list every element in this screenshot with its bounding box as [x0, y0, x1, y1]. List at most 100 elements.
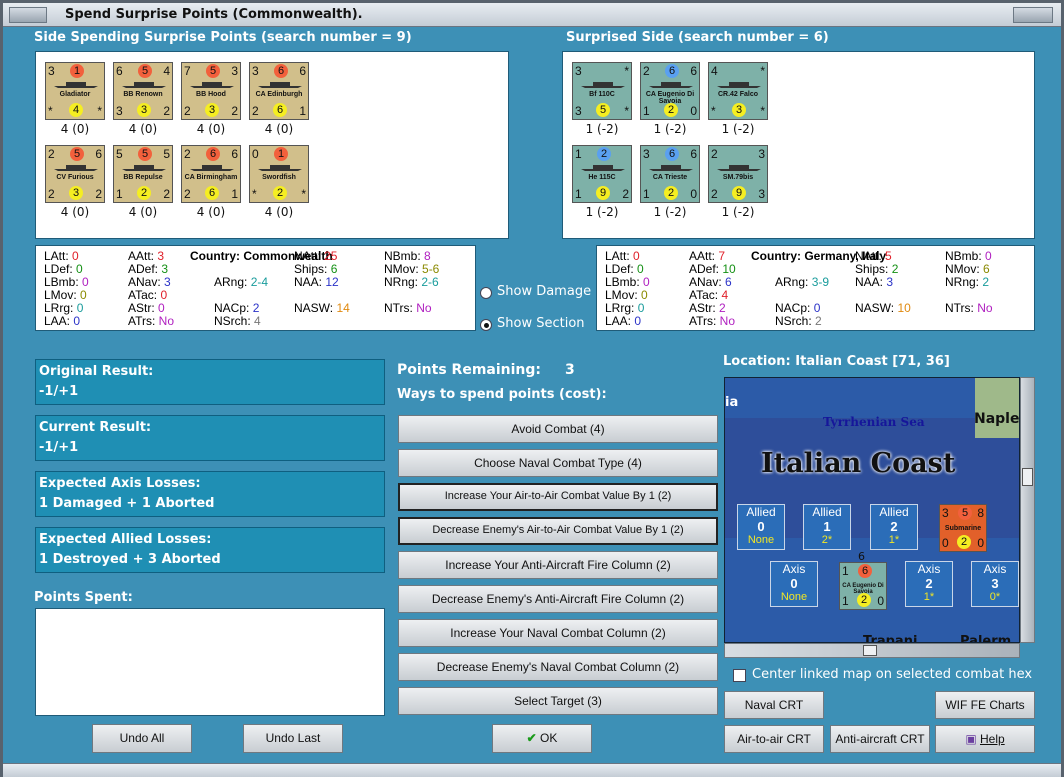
stat-key: LBmb: — [605, 275, 644, 289]
right-unit-counter[interactable]: 2 6 6 CA Eugenio Di Savoia 1 2 0 — [640, 62, 700, 120]
unit-tr: 4 — [163, 64, 170, 78]
stat-nasw: NASW: 14 — [294, 301, 350, 315]
axis-cell-0[interactable]: Axis 0 None — [770, 561, 818, 607]
unit-bl: 1 — [643, 187, 650, 201]
unit-bl: 2 — [184, 187, 191, 201]
map-horizontal-scrollbar[interactable] — [724, 643, 1020, 658]
hscroll-thumb[interactable] — [863, 645, 877, 656]
spend-option-button[interactable]: Increase Your Anti-Aircraft Fire Column … — [398, 551, 718, 579]
allied-value: 1 — [823, 519, 831, 534]
right-unit-counter[interactable]: 3 6 6 CA Trieste 1 2 0 — [640, 145, 700, 203]
allied-cell-0[interactable]: Allied 0 None — [737, 504, 785, 550]
undo-last-button[interactable]: Undo Last — [243, 724, 343, 753]
window-menu-icon[interactable] — [9, 7, 47, 23]
ca-eugenio-counter[interactable]: 1 6 CA Eugenio Di Savoia 1 2 0 — [839, 562, 887, 610]
spend-option-button[interactable]: Decrease Enemy's Naval Combat Column (2) — [398, 653, 718, 681]
center-map-checkbox[interactable] — [733, 669, 746, 682]
left-unit-counter[interactable]: 3 6 6 CA Edinburgh 2 6 1 — [249, 62, 309, 120]
axis-cell-3[interactable]: Axis 3 0* — [971, 561, 1019, 607]
right-unit-counter[interactable]: 4 * CR.42 Falco * 3 * — [708, 62, 768, 120]
allied-cell-1[interactable]: Allied 1 2* — [803, 504, 851, 550]
stat-key: NBmb: — [945, 249, 986, 263]
spend-option-button[interactable]: Select Target (3) — [398, 687, 718, 715]
stat-value: 0 — [985, 249, 992, 263]
stat-key: ARng: — [775, 275, 812, 289]
stat-value: 0 — [76, 301, 84, 315]
close-icon[interactable] — [1013, 7, 1053, 23]
unit-bc: 3 — [732, 103, 746, 117]
unit-bc: 6 — [205, 186, 219, 200]
stat-key: LBmb: — [44, 275, 83, 289]
stat-value: 2 — [252, 301, 260, 315]
anti-aircraft-crt-button[interactable]: Anti-aircraft CRT — [830, 725, 930, 753]
undo-all-button[interactable]: Undo All — [92, 724, 192, 753]
left-unit-counter[interactable]: 7 5 3 BB Hood 2 3 2 — [181, 62, 241, 120]
spend-option-button[interactable]: Decrease Enemy's Air-to-Air Combat Value… — [398, 517, 718, 545]
unit-silhouette-icon — [715, 79, 763, 89]
left-unit-counter[interactable]: 3 1 Gladiator * 4 * — [45, 62, 105, 120]
right-unit-counter[interactable]: 3 * Bf 110C 3 5 * — [572, 62, 632, 120]
stat-nrng: NRng: 2 — [945, 275, 989, 289]
unit-bc: 2 — [273, 186, 287, 200]
sub-name: Submarine — [944, 525, 982, 532]
allied-cell-2[interactable]: Allied 2 1* — [870, 504, 918, 550]
spend-option-button[interactable]: Increase Your Naval Combat Column (2) — [398, 619, 718, 647]
unit-bc: 3 — [69, 186, 83, 200]
left-unit-counter[interactable]: 0 1 Swordfish * 2 * — [249, 145, 309, 203]
stat-arng: ARng: 3-9 — [775, 275, 829, 289]
ok-button[interactable]: ✔ OK — [492, 724, 592, 753]
unit-br: * — [624, 104, 629, 118]
stat-lbmb: LBmb: 0 — [605, 275, 650, 289]
unit-bl: * — [711, 104, 716, 118]
submarine-counter[interactable]: 3 5 8 Submarine 0 2 0 — [939, 504, 987, 552]
stat-nasw: NASW: 10 — [855, 301, 911, 315]
unit-br: * — [760, 104, 765, 118]
allied-losses-label: Expected Allied Losses: — [39, 532, 212, 547]
air-to-air-crt-button[interactable]: Air-to-air CRT — [724, 725, 824, 753]
spend-option-button[interactable]: Increase Your Air-to-Air Combat Value By… — [398, 483, 718, 511]
left-unit-counter[interactable]: 5 5 5 BB Repulse 1 2 2 — [113, 145, 173, 203]
spend-option-button[interactable]: Choose Naval Combat Type (4) — [398, 449, 718, 477]
help-button[interactable]: ▣ Help — [935, 725, 1035, 753]
right-unit-counter[interactable]: 2 3 SM.79bis 2 9 3 — [708, 145, 768, 203]
unit-br: 0 — [690, 104, 697, 118]
unit-bl: 2 — [184, 104, 191, 118]
center-map-label[interactable]: Center linked map on selected combat hex — [752, 667, 1032, 682]
unit-tc: 1 — [70, 64, 84, 78]
stat-key: ANav: — [128, 275, 165, 289]
naval-crt-button[interactable]: Naval CRT — [724, 691, 824, 719]
stat-ldef: LDef: 0 — [44, 262, 83, 276]
stat-adef: ADef: 3 — [128, 262, 168, 276]
axis-cell-2[interactable]: Axis 2 1* — [905, 561, 953, 607]
stat-key: NRng: — [945, 275, 983, 289]
linked-map[interactable]: ia Tyrrhenian Sea Naple Italian Coast Al… — [724, 377, 1020, 643]
left-unit-counter[interactable]: 6 5 4 BB Renown 3 3 2 — [113, 62, 173, 120]
wif-fe-charts-button[interactable]: WIF FE Charts — [935, 691, 1035, 719]
unit-tc: 6 — [274, 64, 288, 78]
points-spent-list[interactable] — [35, 608, 385, 716]
show-damage-radio[interactable] — [480, 287, 492, 299]
stat-value: 3 — [164, 275, 171, 289]
unit-count: 4 (0) — [60, 205, 90, 219]
spending-units-box: 3 1 Gladiator * 4 * 4 (0) 6 5 4 BB Renown 3 3 2 4 (0) 7… — [35, 51, 509, 239]
unit-tl: 1 — [575, 147, 582, 161]
unit-tl: 3 — [252, 64, 259, 78]
unit-bl: 3 — [575, 104, 582, 118]
spend-option-button[interactable]: Decrease Enemy's Anti-Aircraft Fire Colu… — [398, 585, 718, 613]
axis-value: 2 — [925, 576, 933, 591]
left-unit-counter[interactable]: 2 5 6 CV Furious 2 3 2 — [45, 145, 105, 203]
show-damage-label[interactable]: Show Damage — [497, 284, 591, 299]
spend-option-button[interactable]: Avoid Combat (4) — [398, 415, 718, 443]
unit-br: 2 — [163, 187, 170, 201]
unit-tr: 6 — [299, 64, 306, 78]
show-section-label[interactable]: Show Section — [497, 316, 585, 331]
ways-label: Ways to spend points (cost): — [397, 387, 607, 402]
left-unit-counter[interactable]: 2 6 6 CA Birmingham 2 6 1 — [181, 145, 241, 203]
map-vertical-scrollbar[interactable] — [1020, 377, 1035, 643]
right-unit-counter[interactable]: 1 2 He 115C 1 9 2 — [572, 145, 632, 203]
unit-bc: 5 — [596, 103, 610, 117]
vscroll-thumb[interactable] — [1022, 468, 1033, 486]
stat-key: LRrg: — [605, 301, 638, 315]
show-section-radio[interactable] — [480, 319, 492, 331]
stat-value: 3 — [886, 275, 894, 289]
